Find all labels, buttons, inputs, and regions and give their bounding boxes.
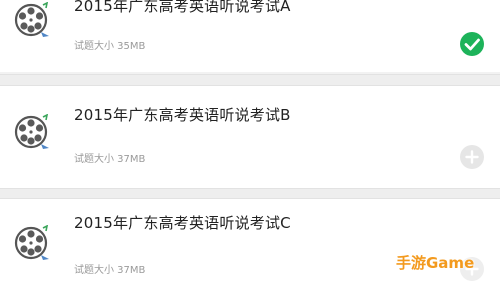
exam-title: 2015年广东高考英语听说考试C bbox=[74, 214, 291, 232]
film-reel-icon bbox=[14, 2, 49, 37]
watermark-logo: 手游Game bbox=[396, 254, 475, 272]
list-item[interactable]: 2015年广东高考英语听说考试B 试题大小 37MB bbox=[0, 86, 500, 188]
exam-size: 试题大小 37MB bbox=[74, 265, 146, 276]
exam-list: 2015年广东高考英语听说考试A 试题大小 35MB 2015年广东高考英语听说… bbox=[0, 0, 500, 281]
list-divider bbox=[0, 188, 500, 199]
exam-size: 试题大小 37MB bbox=[74, 154, 146, 165]
list-divider bbox=[0, 74, 500, 86]
film-reel-icon bbox=[14, 114, 49, 149]
film-reel-icon bbox=[14, 225, 49, 260]
plus-circle-icon[interactable] bbox=[460, 145, 484, 169]
exam-title: 2015年广东高考英语听说考试A bbox=[74, 0, 291, 15]
exam-title: 2015年广东高考英语听说考试B bbox=[74, 106, 291, 124]
check-circle-icon[interactable] bbox=[460, 32, 484, 56]
exam-size: 试题大小 35MB bbox=[74, 41, 146, 52]
list-item[interactable]: 2015年广东高考英语听说考试A 试题大小 35MB bbox=[0, 0, 500, 72]
